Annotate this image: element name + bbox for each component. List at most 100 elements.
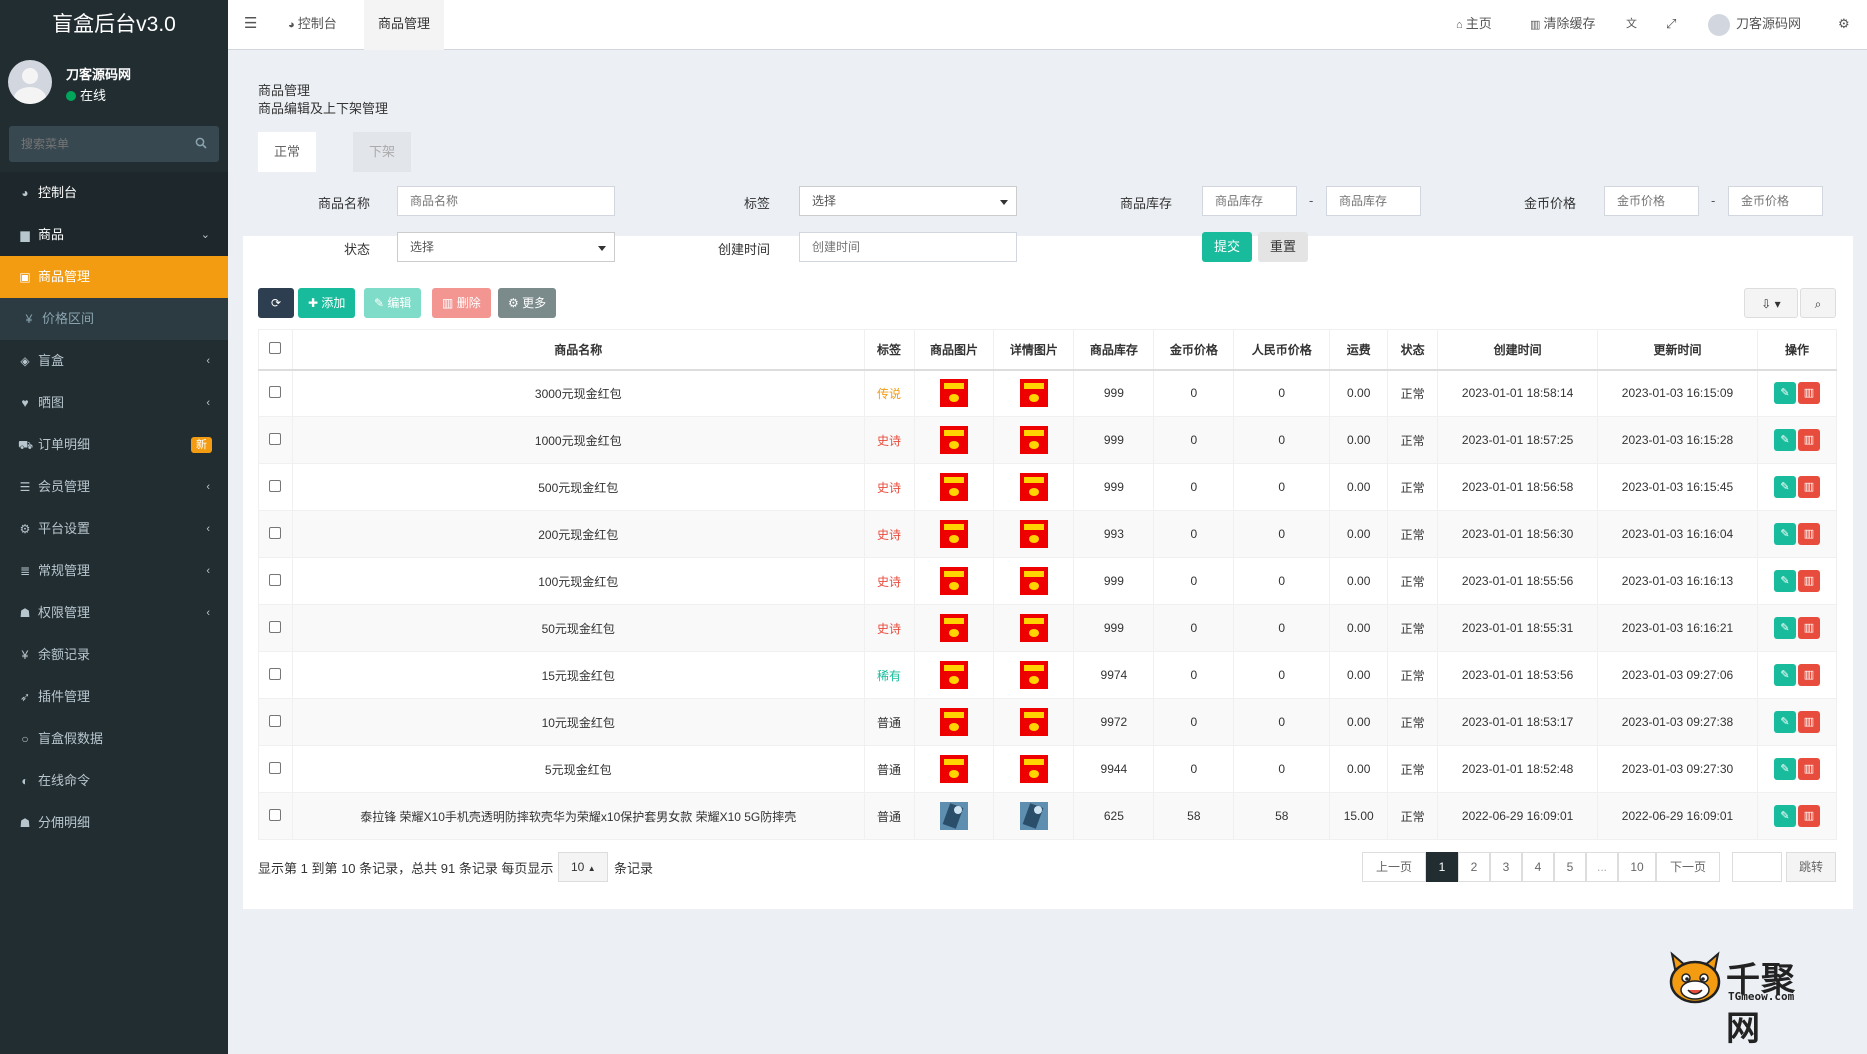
col-status[interactable]: 状态 (1387, 329, 1439, 371)
table-row[interactable]: 10元现金红包 普通 9972 0 0 0.00 正常 2023-01-01 18:53:17… (258, 698, 1838, 746)
product-photo-thumbnail[interactable] (939, 802, 968, 830)
row-checkbox[interactable] (269, 761, 282, 774)
row-delete-button[interactable]: ▥ (1797, 429, 1820, 451)
col-name[interactable]: 商品名称 (291, 329, 865, 371)
sidebar-item-goods-manage[interactable]: ▣ 商品管理 (0, 256, 228, 298)
settings-icon[interactable]: ⚙ (1838, 0, 1850, 50)
red-packet-thumbnail[interactable] (939, 755, 968, 783)
row-delete-button[interactable]: ▥ (1797, 805, 1820, 827)
jump-page-input[interactable] (1732, 852, 1782, 882)
brand-logo[interactable]: 盲盒后台v3.0 (0, 0, 228, 50)
product-photo-thumbnail[interactable] (1019, 802, 1048, 830)
row-checkbox[interactable] (269, 479, 282, 492)
red-packet-thumbnail[interactable] (939, 614, 968, 642)
sidebar-item-permissions[interactable]: ☗ 权限管理 ‹ (0, 592, 228, 634)
prev-page-button[interactable]: 上一页 (1362, 852, 1426, 882)
row-edit-button[interactable]: ✎ (1773, 382, 1796, 405)
filter-gold-min-input[interactable] (1604, 186, 1699, 216)
row-checkbox[interactable] (269, 573, 282, 586)
table-row[interactable]: 15元现金红包 稀有 9974 0 0 0.00 正常 2023-01-01 18:53:56… (258, 651, 1838, 699)
row-checkbox[interactable] (269, 620, 282, 633)
tab-normal[interactable]: 正常 (258, 132, 317, 172)
red-packet-thumbnail[interactable] (939, 520, 968, 548)
row-edit-button[interactable]: ✎ (1773, 805, 1796, 827)
page-button-5[interactable]: 5 (1554, 852, 1586, 882)
red-packet-thumbnail[interactable] (1019, 614, 1048, 642)
menu-search-input[interactable] (9, 126, 179, 162)
red-packet-thumbnail[interactable] (939, 708, 968, 736)
tab-goods-manage[interactable]: 商品管理 (364, 0, 445, 50)
sidebar-item-orders[interactable]: ⛟ 订单明细 新 (0, 424, 228, 466)
row-checkbox[interactable] (269, 714, 282, 727)
filter-stock-max-input[interactable] (1326, 186, 1421, 216)
sidebar-item-plugins[interactable]: ➶ 插件管理 (0, 676, 228, 718)
select-all-checkbox[interactable] (269, 341, 282, 354)
red-packet-thumbnail[interactable] (1019, 708, 1048, 736)
row-delete-button[interactable]: ▥ (1797, 570, 1820, 592)
sidebar-item-showcase[interactable]: ♥ 晒图 ‹ (0, 382, 228, 424)
sidebar-item-fake-data[interactable]: ○ 盲盒假数据 (0, 718, 228, 760)
clear-cache-button[interactable]: ▥ 清除缓存 (1530, 0, 1595, 50)
table-row[interactable]: 泰拉锋 荣耀X10手机壳透明防摔软壳华为荣耀x10保护套男女款 荣耀X10 5G… (258, 792, 1838, 840)
sidebar-item-blindbox[interactable]: ◈ 盲盒 ‹ (0, 340, 228, 382)
row-edit-button[interactable]: ✎ (1773, 570, 1796, 592)
language-icon[interactable]: 文 (1626, 0, 1637, 50)
col-stock[interactable]: 商品库存 (1073, 329, 1155, 371)
sidebar-item-members[interactable]: ☰ 会员管理 ‹ (0, 466, 228, 508)
reset-button[interactable]: 重置 (1258, 232, 1308, 262)
more-button[interactable]: ⚙ 更多 (498, 288, 557, 318)
red-packet-thumbnail[interactable] (1019, 473, 1048, 501)
row-delete-button[interactable]: ▥ (1797, 382, 1820, 405)
col-detail-image[interactable]: 详情图片 (993, 329, 1075, 371)
table-row[interactable]: 5元现金红包 普通 9944 0 0 0.00 正常 2023-01-01 18:52:48 2… (258, 745, 1838, 793)
page-size-dropdown[interactable]: 10 ▲ (558, 852, 608, 882)
toolbar-search-button[interactable]: ⌕ (1800, 288, 1836, 318)
filter-name-input[interactable] (397, 186, 615, 216)
red-packet-thumbnail[interactable] (1019, 755, 1048, 783)
sidebar-item-price-range[interactable]: ¥ 价格区间 (0, 298, 228, 340)
red-packet-thumbnail[interactable] (939, 473, 968, 501)
sidebar-item-online-command[interactable]: ◐ 在线命令 (0, 760, 228, 802)
sidebar-item-platform-settings[interactable]: ⚙ 平台设置 ‹ (0, 508, 228, 550)
row-checkbox[interactable] (269, 667, 282, 680)
jump-button[interactable]: 跳转 (1786, 852, 1836, 882)
red-packet-thumbnail[interactable] (1019, 426, 1048, 454)
red-packet-thumbnail[interactable] (939, 426, 968, 454)
row-delete-button[interactable]: ▥ (1797, 523, 1820, 545)
row-edit-button[interactable]: ✎ (1773, 429, 1796, 451)
row-checkbox[interactable] (269, 526, 282, 539)
col-rmb[interactable]: 人民币价格 (1233, 329, 1331, 371)
tab-dashboard[interactable]: ◕ 控制台 (288, 0, 337, 50)
tab-offline[interactable]: 下架 (353, 132, 412, 172)
sidebar-item-general[interactable]: ≣ 常规管理 ‹ (0, 550, 228, 592)
col-tag[interactable]: 标签 (863, 329, 915, 371)
delete-button[interactable]: ▥ 删除 (432, 288, 491, 318)
submit-button[interactable]: 提交 (1202, 232, 1252, 262)
user-menu[interactable]: 刀客源码网 (1708, 0, 1801, 50)
row-checkbox[interactable] (269, 385, 282, 398)
sidebar-item-goods[interactable]: ▆ 商品 ⌄ (0, 214, 228, 256)
col-gold[interactable]: 金币价格 (1153, 329, 1235, 371)
col-freight[interactable]: 运费 (1329, 329, 1389, 371)
filter-tag-select[interactable]: 选择 (799, 186, 1017, 216)
filter-stock-min-input[interactable] (1202, 186, 1297, 216)
page-button-2[interactable]: 2 (1458, 852, 1490, 882)
red-packet-thumbnail[interactable] (939, 567, 968, 595)
red-packet-thumbnail[interactable] (939, 379, 968, 408)
col-image[interactable]: 商品图片 (913, 329, 995, 371)
row-delete-button[interactable]: ▥ (1797, 758, 1820, 780)
table-row[interactable]: 200元现金红包 史诗 993 0 0 0.00 正常 2023-01-01 18:56:30… (258, 510, 1838, 558)
col-updated[interactable]: 更新时间 (1597, 329, 1758, 371)
refresh-button[interactable]: ⟳ (258, 288, 294, 318)
row-edit-button[interactable]: ✎ (1773, 711, 1796, 733)
sidebar-item-dashboard[interactable]: ◕ 控制台 (0, 172, 228, 214)
row-checkbox[interactable] (269, 432, 282, 445)
page-button-10[interactable]: 10 (1618, 852, 1656, 882)
search-icon[interactable] (195, 137, 207, 149)
row-edit-button[interactable]: ✎ (1773, 523, 1796, 545)
filter-status-select[interactable]: 选择 (397, 232, 615, 262)
page-button-3[interactable]: 3 (1490, 852, 1522, 882)
red-packet-thumbnail[interactable] (1019, 567, 1048, 595)
red-packet-thumbnail[interactable] (1019, 520, 1048, 548)
table-row[interactable]: 50元现金红包 史诗 999 0 0 0.00 正常 2023-01-01 18:55:31 2… (258, 604, 1838, 652)
